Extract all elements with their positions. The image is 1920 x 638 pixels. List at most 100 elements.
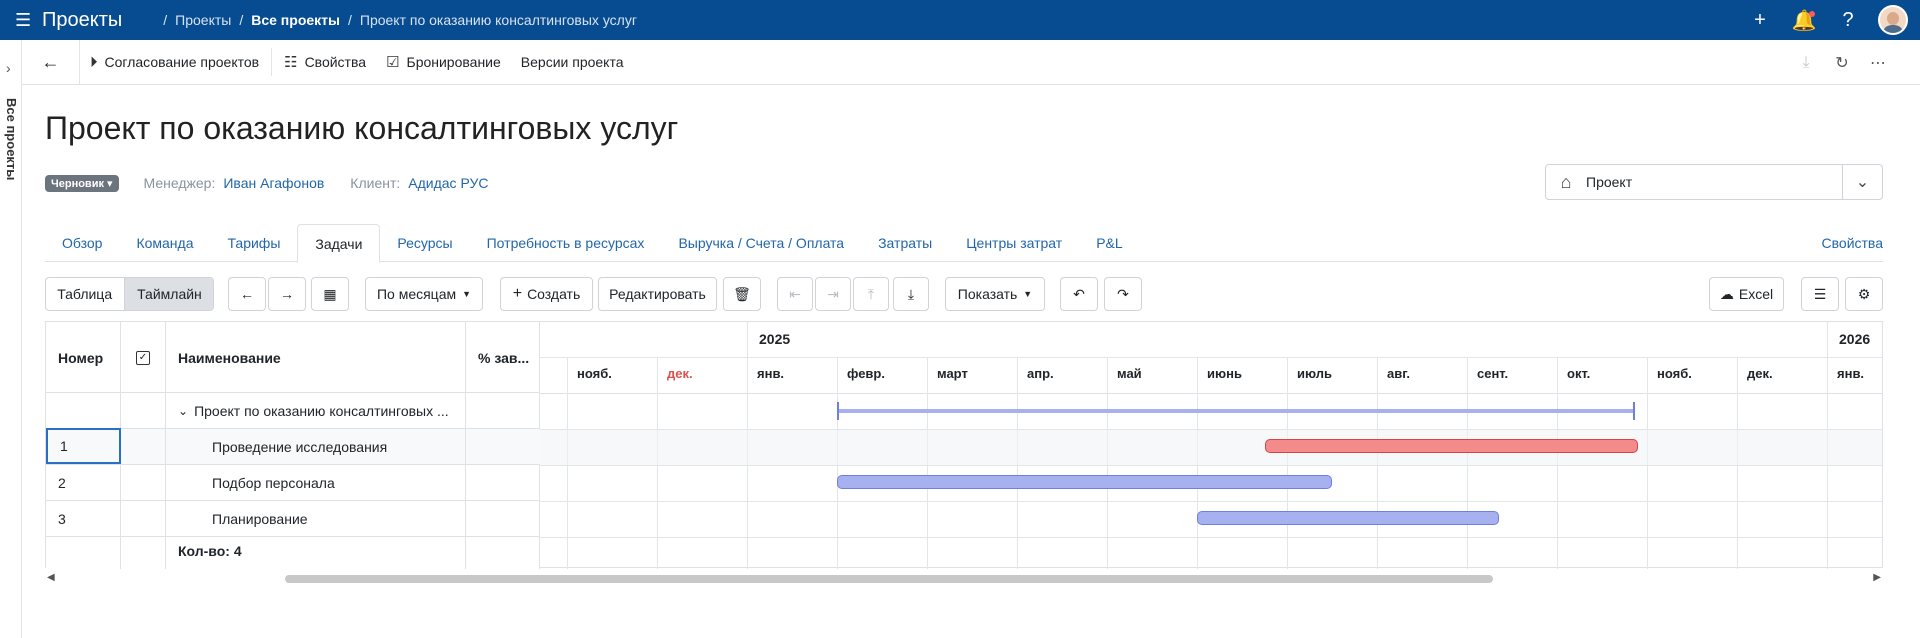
edit-button[interactable]: Редактировать xyxy=(598,277,717,311)
tab-resources[interactable]: Ресурсы xyxy=(380,224,469,262)
undo-icon[interactable]: ↶ xyxy=(1060,277,1098,311)
refresh-icon[interactable]: ↻ xyxy=(1824,53,1860,73)
view-table-button[interactable]: Таблица xyxy=(46,278,124,310)
side-panel[interactable]: › Все проекты xyxy=(0,40,22,638)
more-icon[interactable]: ⋯ xyxy=(1860,53,1896,73)
month-label: дек. xyxy=(1747,366,1773,381)
footer-cell xyxy=(466,532,540,569)
columns-settings-icon[interactable]: ☰ xyxy=(1801,277,1839,311)
approval-button[interactable]: ⏵ Согласование проектов xyxy=(80,40,269,85)
task-bar[interactable] xyxy=(1264,439,1638,453)
chevron-right-icon[interactable]: › xyxy=(6,60,11,76)
task-bar[interactable] xyxy=(837,475,1332,489)
trash-icon[interactable]: 🗑 xyxy=(723,277,761,311)
month-label: янв. xyxy=(757,366,785,381)
plus-icon: + xyxy=(512,285,523,302)
scroll-left-icon[interactable]: ◀ xyxy=(47,572,55,583)
scrollbar-thumb[interactable] xyxy=(285,575,1493,583)
avatar[interactable] xyxy=(1878,5,1908,35)
gear-icon[interactable]: ⚙ xyxy=(1845,277,1883,311)
tab-team[interactable]: Команда xyxy=(119,224,210,262)
tab-overview[interactable]: Обзор xyxy=(45,224,119,262)
arrow-right-icon[interactable]: → xyxy=(268,277,306,311)
bell-icon[interactable]: 🔔 xyxy=(1782,8,1826,33)
view-timeline-button[interactable]: Таймлайн xyxy=(124,278,213,310)
tab-costs[interactable]: Затраты xyxy=(861,224,949,262)
menu-icon[interactable]: ☰ xyxy=(15,10,37,31)
scroll-right-icon[interactable]: ▶ xyxy=(1873,572,1881,583)
timeline-area[interactable]: нояб. дек. янв. февр. март апр. май июнь июль авг… xyxy=(540,322,1882,569)
row-number[interactable]: 1 xyxy=(46,428,121,464)
column-header-name[interactable]: Наименование xyxy=(166,322,466,393)
show-dropdown[interactable]: Показать ▼ xyxy=(945,277,1045,311)
project-type-select[interactable]: ⌂ Проект ⌄ xyxy=(1545,164,1883,200)
timeline-row-divider xyxy=(540,501,1882,502)
chevron-down-icon[interactable]: ⌄ xyxy=(178,404,188,418)
table-row[interactable]: ⌄ Проект по оказанию консалтинговых ... xyxy=(46,393,540,429)
booking-button[interactable]: ☑ Бронирование xyxy=(376,40,511,85)
row-name: Проект по оказанию консалтинговых ... xyxy=(194,402,449,419)
manager-link[interactable]: Иван Агафонов xyxy=(223,175,324,191)
tab-revenue[interactable]: Выручка / Счета / Оплата xyxy=(661,224,861,262)
breadcrumb-all-projects[interactable]: Все проекты xyxy=(251,12,340,28)
breadcrumb-projects[interactable]: Проекты xyxy=(175,12,231,28)
properties-button[interactable]: ☷ Свойства xyxy=(274,40,376,85)
tab-pl[interactable]: P&L xyxy=(1079,224,1139,262)
chevron-down-icon[interactable]: ⌄ xyxy=(1842,165,1882,199)
footer-cell xyxy=(121,532,166,569)
row-percent xyxy=(466,465,540,500)
redo-icon[interactable]: ↷ xyxy=(1104,277,1142,311)
row-percent xyxy=(466,501,540,536)
move-down-icon[interactable]: ⤓ xyxy=(893,277,929,311)
footer-cell xyxy=(46,532,121,569)
excel-button[interactable]: ☁ Excel xyxy=(1709,277,1784,311)
summary-bar-cap xyxy=(837,402,839,420)
year-divider xyxy=(747,322,748,357)
scale-dropdown[interactable]: По месяцам ▼ xyxy=(365,277,483,311)
tab-cost-centers[interactable]: Центры затрат xyxy=(949,224,1079,262)
year-divider xyxy=(1827,322,1828,357)
outdent-icon[interactable]: ⇤ xyxy=(777,277,813,311)
move-up-icon[interactable]: ⤒ xyxy=(853,277,889,311)
tab-resource-demand[interactable]: Потребность в ресурсах xyxy=(470,224,662,262)
month-label: февр. xyxy=(847,366,885,381)
row-number: 3 xyxy=(46,501,121,536)
client-link[interactable]: Адидас РУС xyxy=(408,175,488,191)
column-header-number[interactable]: Номер xyxy=(46,322,121,393)
side-panel-label[interactable]: Все проекты xyxy=(4,98,19,180)
tab-tasks[interactable]: Задачи xyxy=(297,224,381,263)
row-select[interactable] xyxy=(121,465,166,500)
calendar-icon[interactable]: ▦ xyxy=(311,277,349,311)
versions-label: Версии проекта xyxy=(520,54,624,70)
checkbox-icon[interactable]: ✓ xyxy=(136,350,150,365)
app-title[interactable]: Проекты xyxy=(42,9,122,32)
scale-label: По месяцам xyxy=(376,286,457,302)
save-icon[interactable]: ⤓ xyxy=(1788,54,1824,72)
versions-button[interactable]: Версии проекта xyxy=(511,40,634,85)
row-select[interactable] xyxy=(121,429,166,464)
indent-icon[interactable]: ⇥ xyxy=(815,277,851,311)
table-row[interactable]: 2 Подбор персонала xyxy=(46,465,540,501)
column-header-select[interactable]: ✓ xyxy=(121,322,166,393)
row-select[interactable] xyxy=(121,501,166,536)
tab-rates[interactable]: Тарифы xyxy=(210,224,297,262)
row-select[interactable] xyxy=(121,393,166,428)
task-bar[interactable] xyxy=(1197,511,1499,525)
tab-properties-link[interactable]: Свойства xyxy=(1822,235,1883,251)
arrow-left-icon[interactable]: ← xyxy=(228,277,266,311)
sliders-icon: ☷ xyxy=(284,54,298,71)
timeline-row-divider xyxy=(540,537,1882,538)
status-badge[interactable]: Черновик ▾ xyxy=(45,174,119,192)
back-button[interactable]: ← xyxy=(22,39,80,85)
plus-icon[interactable]: + xyxy=(1738,9,1782,32)
summary-bar xyxy=(837,402,1636,420)
month-label: дек. xyxy=(667,366,693,381)
create-button[interactable]: + Создать xyxy=(500,277,593,311)
horizontal-scrollbar[interactable]: ◀ ▶ xyxy=(45,569,1883,587)
help-icon[interactable]: ? xyxy=(1826,9,1870,32)
column-header-percent[interactable]: % зав... xyxy=(466,322,540,393)
summary-bar-cap xyxy=(1633,402,1636,420)
table-header: Номер ✓ Наименование % зав... xyxy=(46,322,540,393)
project-meta: Черновик ▾ Менеджер: Иван Агафонов Клиен… xyxy=(45,174,514,192)
table-row[interactable]: 1 Проведение исследования xyxy=(46,428,540,465)
